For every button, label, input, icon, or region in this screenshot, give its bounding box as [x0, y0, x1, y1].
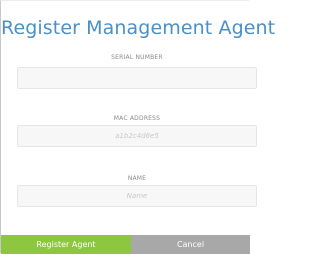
mac-address-input[interactable] — [17, 125, 257, 147]
dialog-footer: Register Agent Cancel — [1, 235, 250, 254]
name-input[interactable] — [17, 185, 257, 207]
register-agent-dialog: Register Management Agent SERIAL NUMBER … — [0, 0, 275, 254]
register-agent-button[interactable]: Register Agent — [1, 235, 131, 254]
mac-address-label: MAC ADDRESS — [113, 115, 161, 122]
dialog-title: Register Management Agent — [1, 17, 276, 39]
cancel-button[interactable]: Cancel — [131, 235, 250, 254]
serial-number-input[interactable] — [17, 67, 257, 89]
name-label: NAME — [127, 175, 147, 182]
serial-number-label: SERIAL NUMBER — [111, 54, 163, 61]
